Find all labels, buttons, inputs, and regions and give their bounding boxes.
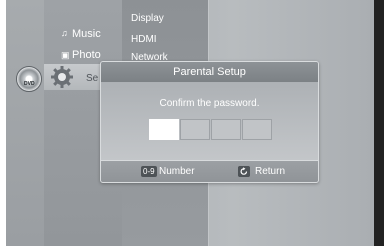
disc-label: DVD — [24, 81, 35, 87]
parental-setup-dialog: Parental Setup Confirm the password. 0-9… — [100, 61, 319, 183]
icon-column — [6, 0, 45, 246]
dialog-footer: 0-9 Number Return — [101, 160, 318, 182]
menu-item-photo[interactable]: Photo — [72, 49, 101, 61]
confirm-password-message: Confirm the password. — [159, 98, 260, 109]
setup-screen: ♫ Music ▣ Photo DVD Se Display HDMI Netw… — [6, 0, 384, 246]
dialog-title: Parental Setup — [173, 66, 246, 78]
music-icon: ♫ — [61, 28, 68, 38]
return-icon[interactable] — [238, 166, 250, 177]
gear-icon — [51, 66, 73, 88]
menu-item-settings-label: Se — [86, 73, 99, 84]
password-digit-2[interactable] — [180, 119, 210, 140]
menu-item-music[interactable]: Music — [72, 28, 101, 40]
password-digit-3[interactable] — [211, 119, 241, 140]
submenu-item-hdmi[interactable]: HDMI — [131, 34, 157, 45]
number-hint-label: Number — [159, 166, 195, 177]
dvd-disc-icon — [16, 66, 42, 92]
submenu-item-display[interactable]: Display — [131, 13, 164, 24]
password-digit-1[interactable] — [149, 119, 179, 140]
return-hint-label[interactable]: Return — [255, 166, 285, 177]
password-digit-4[interactable] — [242, 119, 272, 140]
number-key-badge: 0-9 — [141, 166, 157, 177]
photo-icon: ▣ — [61, 50, 70, 60]
